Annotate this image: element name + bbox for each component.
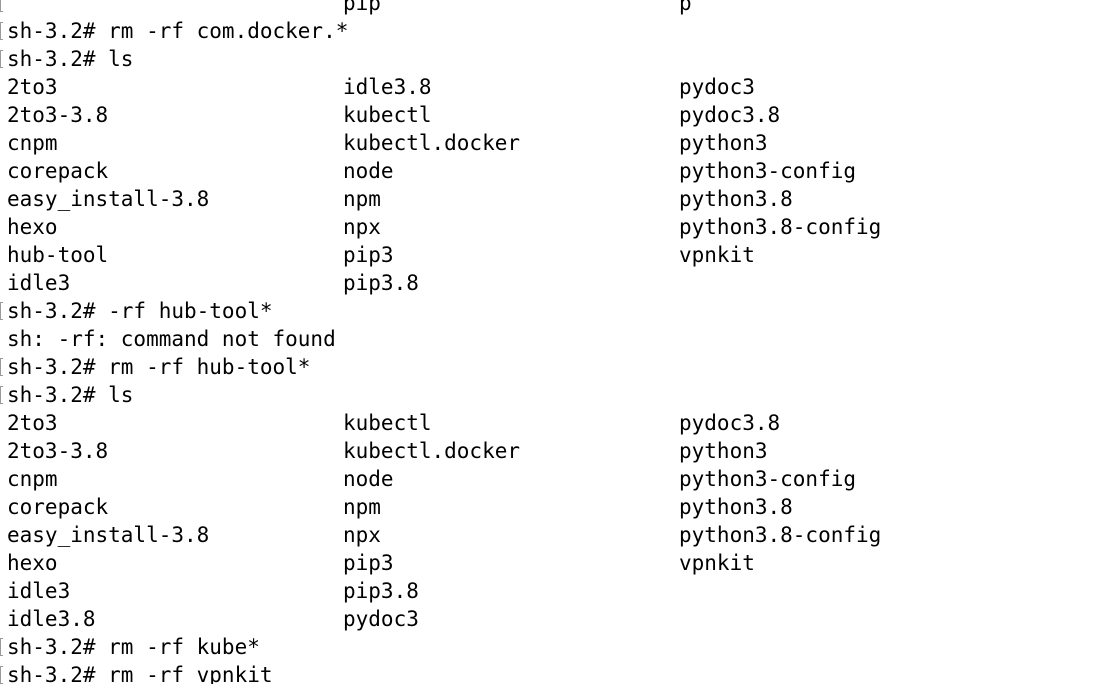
file-entry: corepack	[7, 159, 109, 183]
file-entry: python3-config	[679, 467, 857, 491]
prompt-mark-bracket	[0, 666, 3, 684]
file-entry: pydoc3	[343, 607, 419, 631]
prompt-mark-bracket	[0, 386, 3, 404]
terminal-window[interactable]: pip p sh-3.2# rm -rf com.docker.* sh-3.2# l…	[0, 0, 1098, 684]
file-entry: pip3	[343, 243, 394, 267]
line-text: sh-3.2# rm -rf com.docker.*	[7, 19, 349, 43]
file-entry: hub-tool	[7, 243, 109, 267]
file-entry: idle3.8	[343, 75, 432, 99]
file-entry: pip3.8	[343, 271, 419, 295]
prompt-mark-bracket	[0, 50, 3, 68]
prompt-mark-bracket	[0, 358, 3, 376]
file-entry: hexo	[7, 551, 58, 575]
file-entry: python3.8-config	[679, 215, 882, 239]
line-text: sh-3.2# ls	[7, 47, 134, 71]
file-entry: vpnkit	[679, 243, 755, 267]
prompt-mark-bracket	[0, 302, 3, 320]
file-entry: pip3	[343, 551, 394, 575]
file-entry: kubectl	[343, 411, 432, 435]
file-entry: idle3.8	[7, 607, 96, 631]
file-entry: vpnkit	[679, 551, 755, 575]
file-entry: cnpm	[7, 467, 58, 491]
line-text: sh: -rf: command not found	[7, 327, 336, 351]
file-entry: npm	[343, 187, 381, 211]
file-entry: pydoc3	[679, 75, 755, 99]
file-entry: python3	[679, 131, 768, 155]
file-entry: corepack	[7, 495, 109, 519]
file-entry: p	[679, 0, 692, 15]
prompt-mark-bracket	[0, 0, 3, 12]
file-entry: npm	[343, 495, 381, 519]
line-text: sh-3.2# rm -rf hub-tool*	[7, 355, 311, 379]
file-entry: python3-config	[679, 159, 857, 183]
file-entry: pydoc3.8	[679, 103, 781, 127]
file-entry: pip3.8	[343, 579, 419, 603]
file-entry: python3	[679, 439, 768, 463]
file-entry: 2to3-3.8	[7, 103, 109, 127]
file-entry: 2to3-3.8	[7, 439, 109, 463]
file-entry: npx	[343, 215, 381, 239]
file-entry: npx	[343, 523, 381, 547]
prompt-mark-bracket	[0, 22, 3, 40]
file-entry: hexo	[7, 215, 58, 239]
file-entry: python3.8-config	[679, 523, 882, 547]
file-entry: pip	[343, 0, 381, 15]
line-text: sh-3.2# rm -rf kube*	[7, 635, 260, 659]
file-entry: pydoc3.8	[679, 411, 781, 435]
file-entry: 2to3	[7, 75, 58, 99]
file-entry: cnpm	[7, 131, 58, 155]
line-text: sh-3.2# -rf hub-tool*	[7, 299, 273, 323]
file-entry: 2to3	[7, 411, 58, 435]
prompt-mark-bracket	[0, 638, 3, 656]
file-entry: kubectl.docker	[343, 439, 521, 463]
file-entry: easy_install-3.8	[7, 523, 210, 547]
file-entry: python3.8	[679, 495, 793, 519]
file-entry: kubectl	[343, 103, 432, 127]
line-text: sh-3.2# rm -rf vpnkit	[7, 663, 273, 684]
file-entry: node	[343, 467, 394, 491]
file-entry: easy_install-3.8	[7, 187, 210, 211]
file-entry: kubectl.docker	[343, 131, 521, 155]
file-entry: idle3	[7, 579, 71, 603]
line-text: sh-3.2# ls	[7, 383, 134, 407]
file-entry: node	[343, 159, 394, 183]
file-entry: python3.8	[679, 187, 793, 211]
file-entry: idle3	[7, 271, 71, 295]
